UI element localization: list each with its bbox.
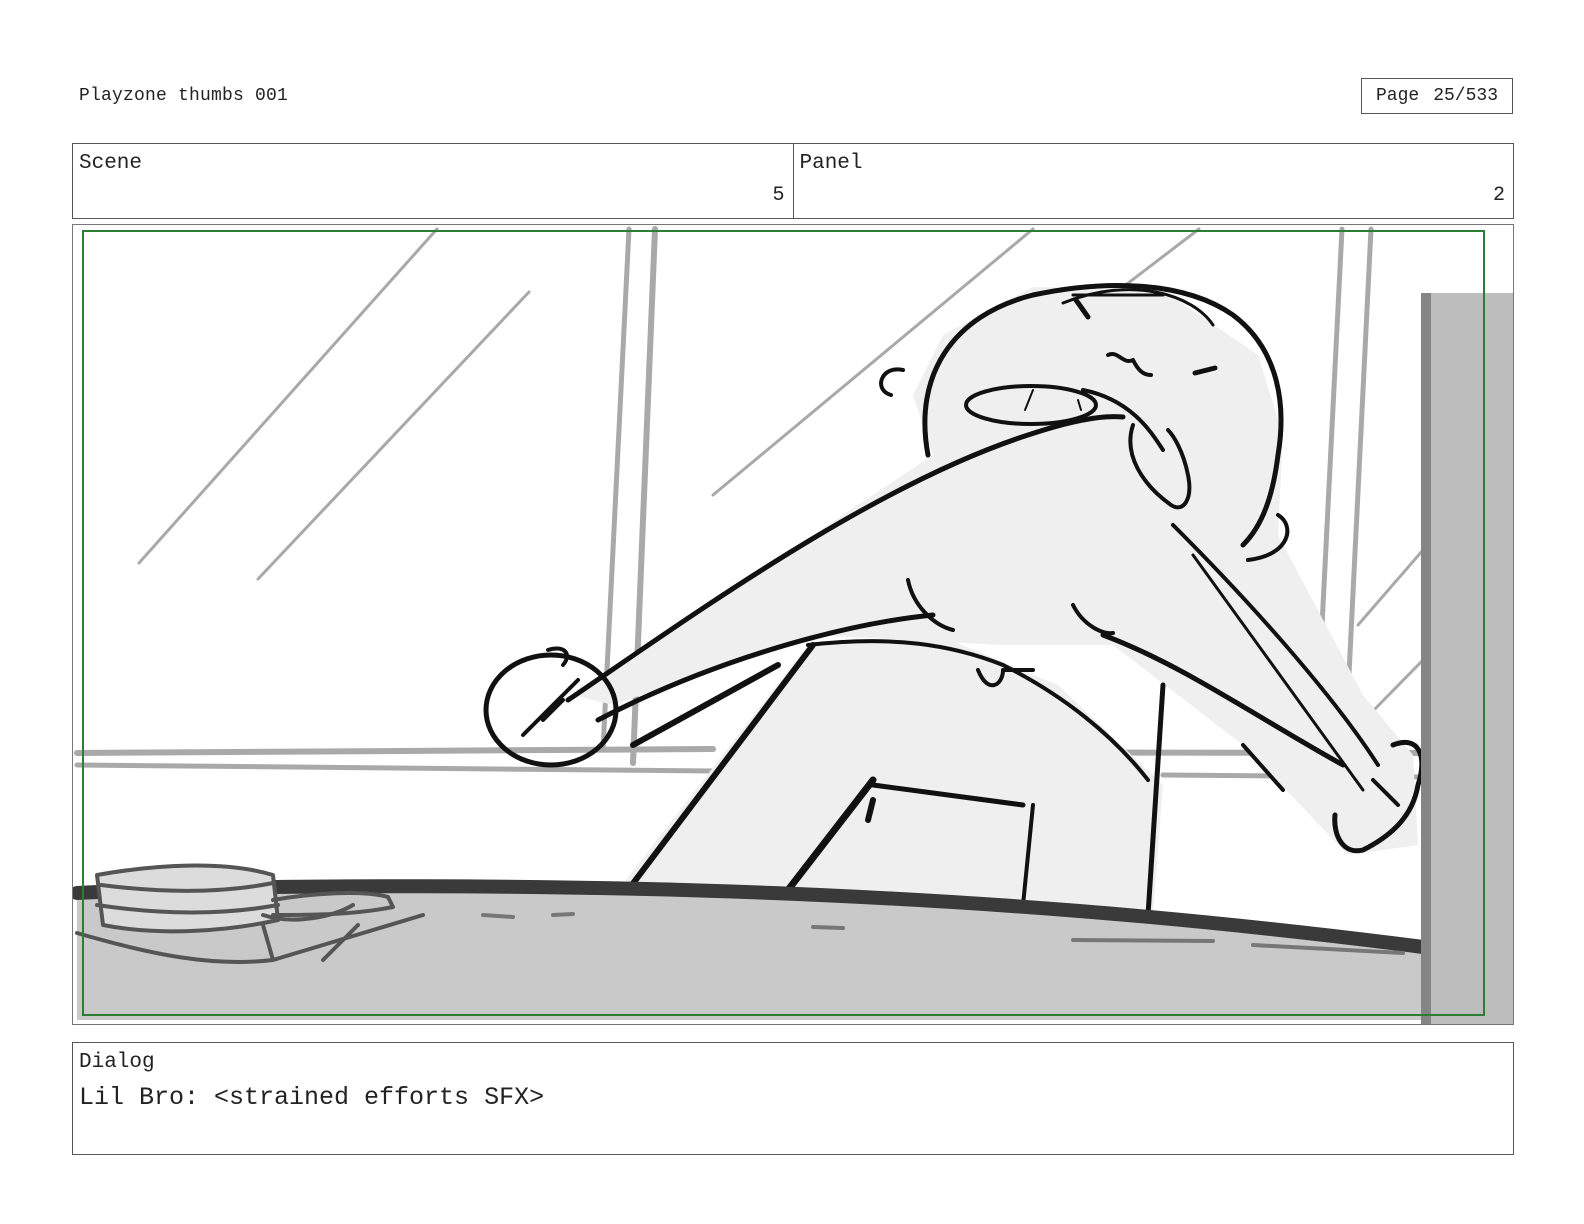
storyboard-sketch [73, 226, 1513, 1024]
scene-label: Scene [79, 152, 143, 175]
dialog-box: Dialog Lil Bro: <strained efforts SFX> [72, 1042, 1514, 1155]
storyboard-frame [72, 224, 1514, 1025]
foreground-post [1421, 293, 1513, 1024]
panel-cell: Panel 2 [792, 144, 1514, 218]
dialog-text: Lil Bro: <strained efforts SFX> [79, 1083, 545, 1112]
panel-number: 2 [1492, 184, 1505, 207]
document-title: Playzone thumbs 001 [79, 86, 289, 106]
panel-label: Panel [799, 152, 863, 175]
page-indicator: Page 25/533 [1361, 78, 1513, 114]
scene-panel-row: Scene 5 Panel 2 [72, 143, 1514, 219]
page-number: 25/533 [1433, 86, 1499, 106]
page-label: Page [1375, 86, 1420, 106]
scene-number: 5 [772, 184, 785, 207]
dialog-label: Dialog [79, 1051, 155, 1074]
character-lil-bro [483, 282, 1425, 918]
scene-cell: Scene 5 [73, 144, 793, 218]
